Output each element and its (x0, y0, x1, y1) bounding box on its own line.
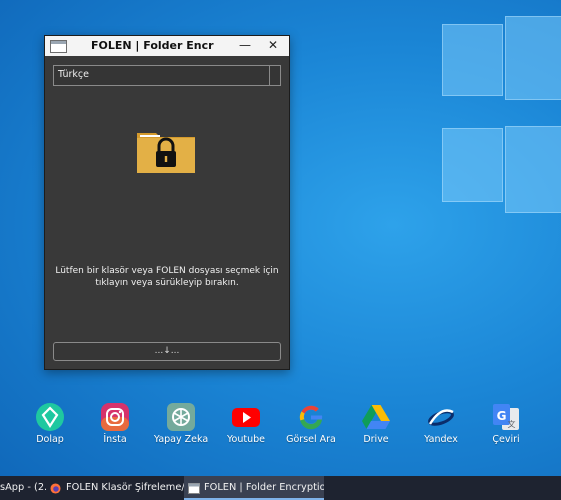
desktop-icon-drive[interactable]: Drive (341, 402, 411, 445)
desktop-icon-dolap[interactable]: Dolap (15, 402, 85, 445)
taskbar-item-label: sApp - (2... (0, 482, 46, 493)
logo-pane (442, 128, 503, 202)
desktop-icon-label: Görsel Ara (286, 434, 336, 445)
desktop-icon-label: Youtube (227, 434, 265, 445)
logo-pane (505, 126, 561, 213)
desktop-icon-label: Çeviri (492, 434, 520, 445)
svg-text:文: 文 (508, 419, 516, 429)
google-icon (296, 402, 326, 432)
close-button[interactable]: ✕ (259, 36, 287, 56)
desktop-icon-label: Drive (363, 434, 389, 445)
window-title: FOLEN | Folder Encr (91, 39, 214, 52)
language-selected-value: Türkçe (58, 69, 89, 80)
dropdown-divider (269, 66, 270, 85)
instagram-icon (100, 402, 130, 432)
google-drive-icon (361, 402, 391, 432)
desktop-icon-label: Yapay Zeka (153, 434, 209, 445)
desktop-icon-label: İnsta (103, 434, 127, 445)
desktop-icon-label: Dolap (36, 434, 64, 445)
youtube-icon (231, 402, 261, 432)
taskbar-item-label: FOLEN | Folder Encryption (204, 482, 324, 493)
desktop-icon-ceviri[interactable]: G 文 Çeviri (471, 402, 541, 445)
folen-app-icon (188, 483, 200, 494)
yandex-icon (426, 402, 456, 432)
desktop-icon-yandex[interactable]: Yandex (406, 402, 476, 445)
taskbar-item-whatsapp[interactable]: sApp - (2... (0, 476, 46, 500)
app-window-icon (50, 40, 67, 53)
dolap-icon (35, 402, 65, 432)
google-translate-icon: G 文 (491, 402, 521, 432)
svg-text:G: G (497, 409, 507, 423)
taskbar-item-label: FOLEN Klasör Şifreleme/... (66, 482, 184, 493)
firefox-icon (50, 483, 61, 494)
desktop-icon-yapay-zeka[interactable]: Yapay Zeka (146, 402, 216, 445)
title-bar[interactable]: FOLEN | Folder Encr — ✕ (45, 36, 289, 56)
language-select[interactable]: Türkçe (53, 65, 281, 86)
instructions-line: Lütfen bir klasör veya FOLEN dosyası seç… (55, 266, 279, 276)
minimize-button[interactable]: — (231, 36, 259, 56)
logo-pane (505, 16, 561, 100)
taskbar-item-firefox[interactable]: FOLEN Klasör Şifreleme/... (46, 476, 184, 500)
taskbar: sApp - (2... FOLEN Klasör Şifreleme/... … (0, 476, 561, 500)
desktop-icon-insta[interactable]: İnsta (80, 402, 150, 445)
desktop-icon-gorsel-ara[interactable]: Görsel Ara (276, 402, 346, 445)
select-folder-button[interactable]: ...↓... (53, 342, 281, 361)
instructions-line: tıklayın veya sürükleyip bırakın. (95, 277, 239, 288)
logo-pane (442, 24, 503, 96)
folen-window: FOLEN | Folder Encr — ✕ Türkçe Lütfen bi… (44, 35, 290, 370)
taskbar-item-folen[interactable]: FOLEN | Folder Encryption (184, 476, 324, 500)
desktop-icon-youtube[interactable]: Youtube (211, 402, 281, 445)
locked-folder-icon[interactable] (136, 129, 196, 174)
desktop-icon-label: Yandex (424, 434, 458, 445)
chatgpt-icon (166, 402, 196, 432)
instructions-text: Lütfen bir klasör veya FOLEN dosyası seç… (51, 266, 283, 289)
windows-logo-wallpaper (438, 0, 561, 240)
